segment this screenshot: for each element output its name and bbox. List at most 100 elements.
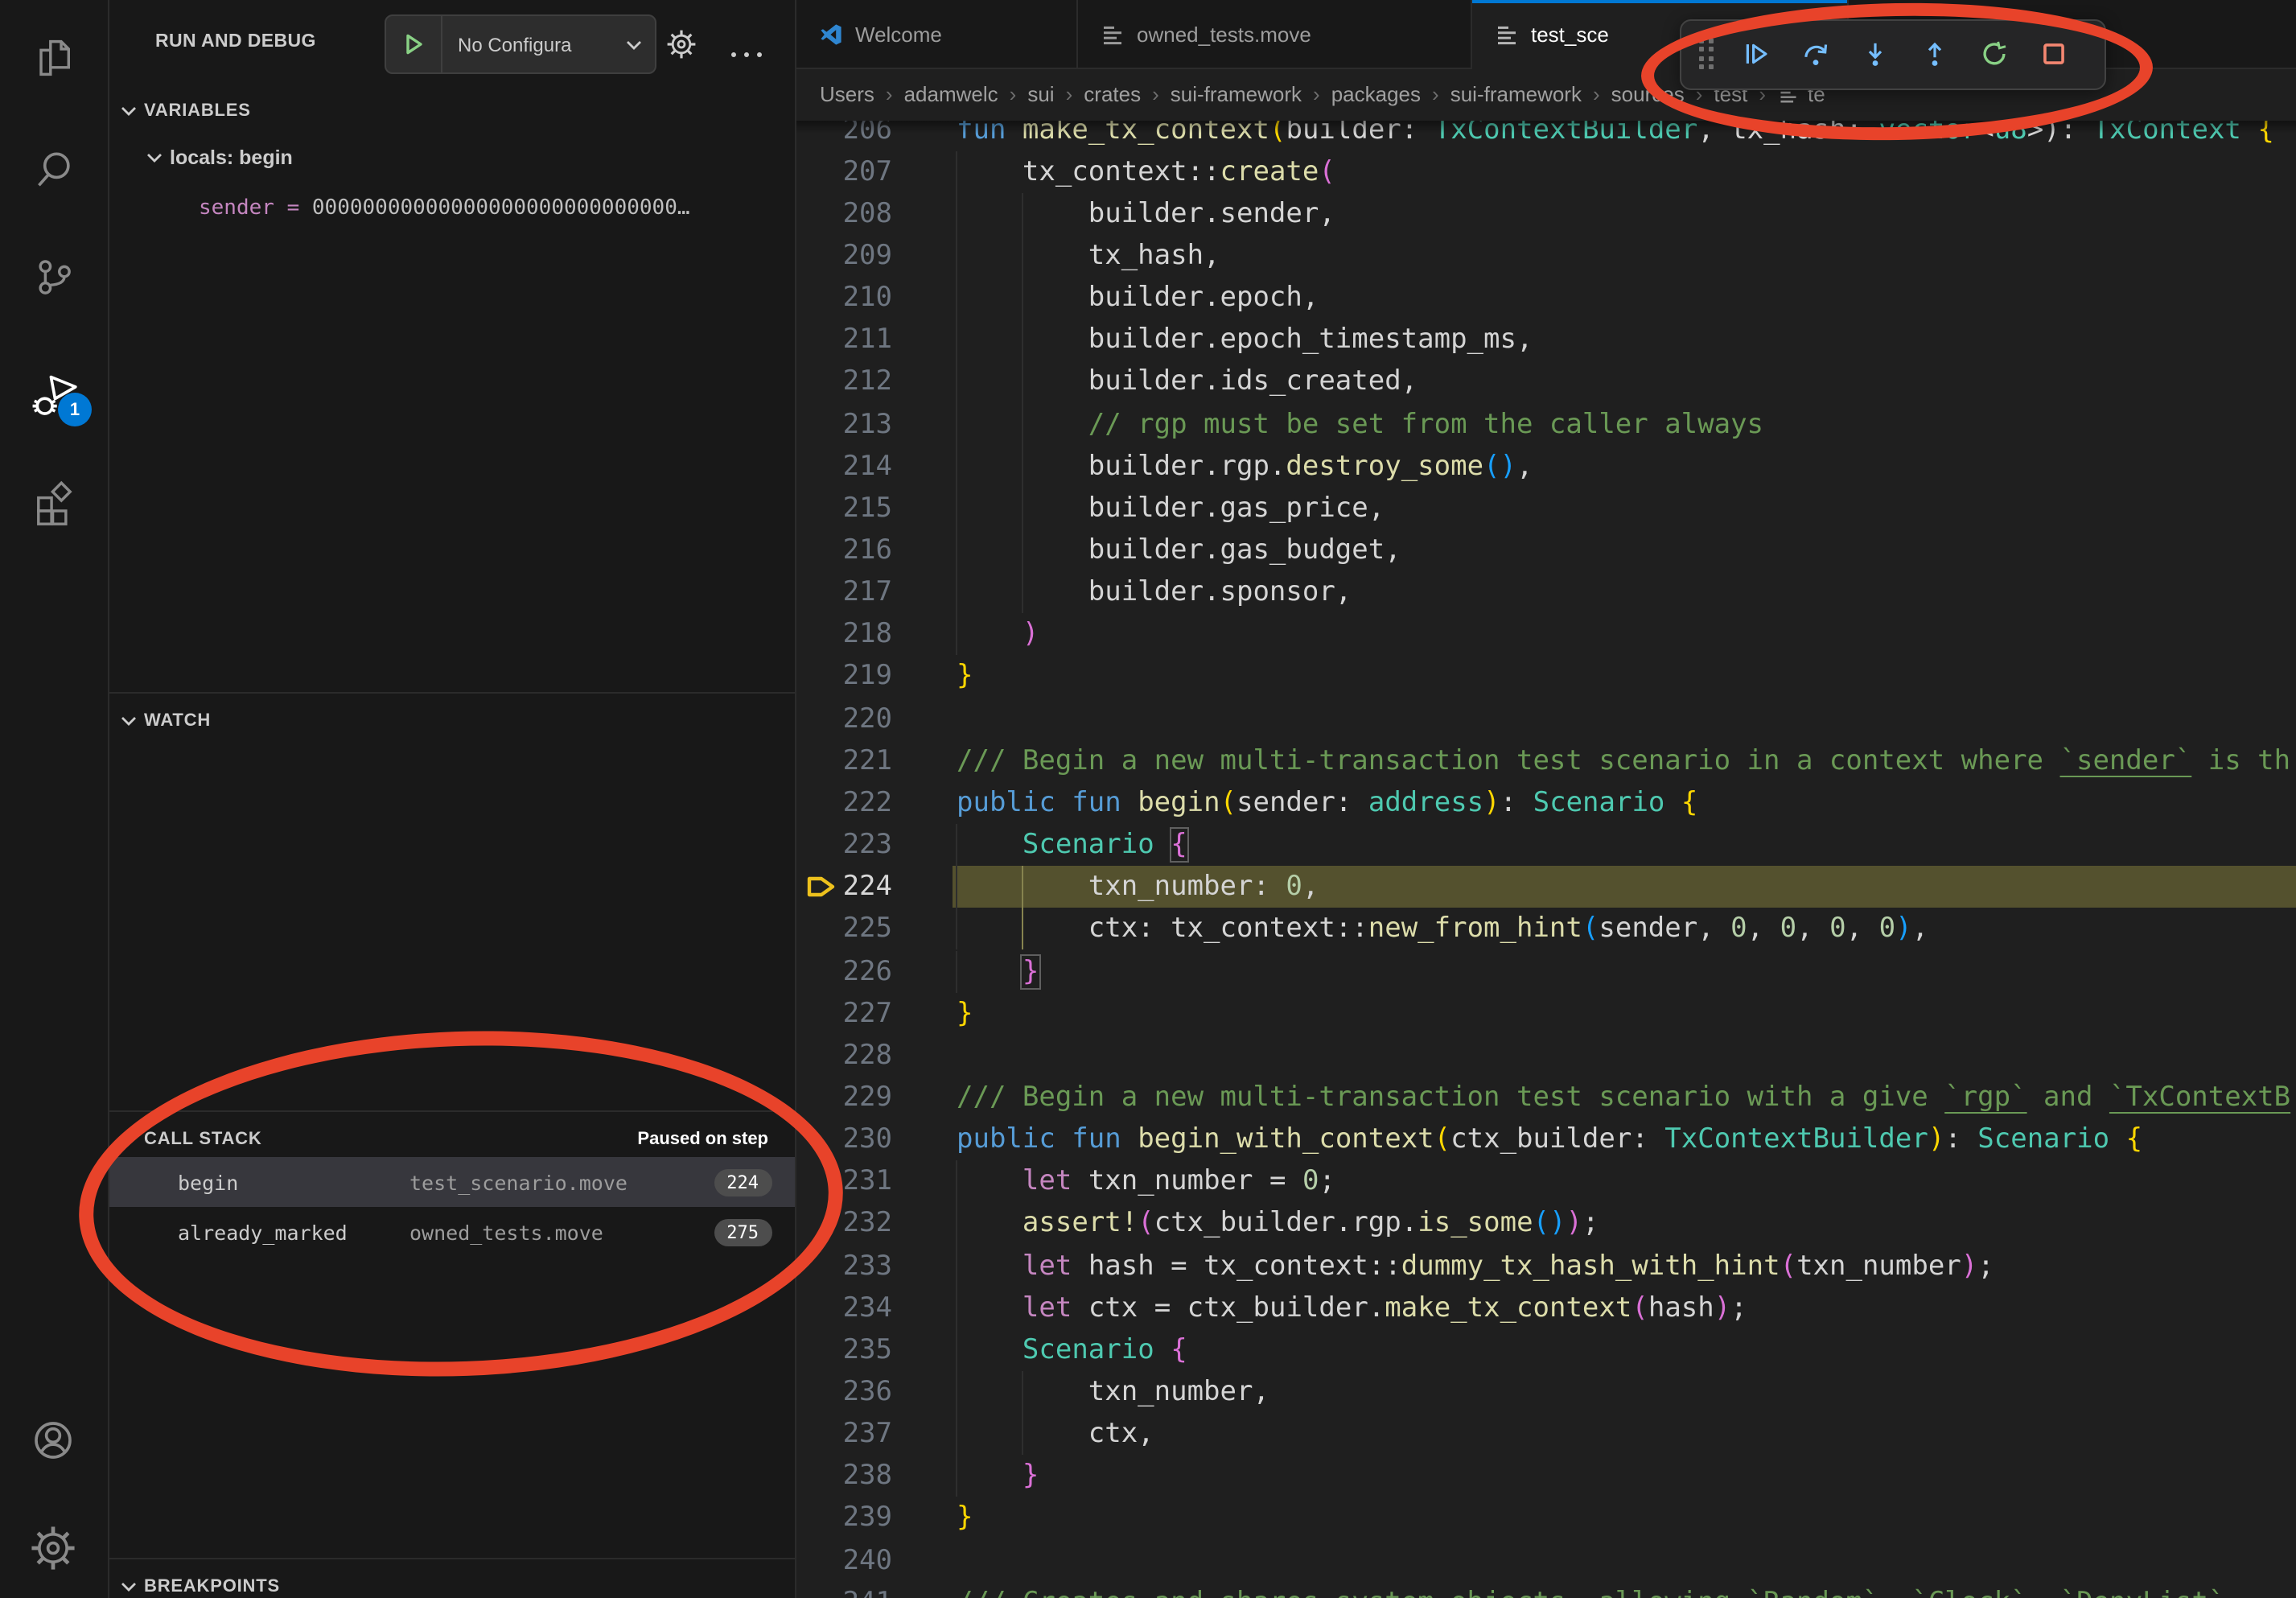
debug-settings-gear-icon[interactable] — [665, 28, 696, 59]
code-editor[interactable]: 206fun make_tx_context(builder: TxContex… — [796, 121, 2296, 1598]
code-line[interactable]: 214 builder.rgp.destroy_some(), — [796, 445, 2296, 487]
line-number[interactable]: 217 — [796, 571, 892, 613]
line-number[interactable]: 222 — [796, 782, 892, 824]
line-number[interactable]: 229 — [796, 1077, 892, 1118]
line-number[interactable]: 215 — [796, 488, 892, 529]
line-number[interactable]: 218 — [796, 614, 892, 656]
code-line[interactable]: 238 } — [796, 1456, 2296, 1497]
code-line[interactable]: 241/// Creates and shares system objects… — [796, 1582, 2296, 1598]
code-line[interactable]: 225 ctx: tx_context::new_from_hint(sende… — [796, 908, 2296, 950]
code-line[interactable]: 216 builder.gas_budget, — [796, 529, 2296, 571]
code-line[interactable]: 230public fun begin_with_context(ctx_bui… — [796, 1118, 2296, 1160]
code-line[interactable]: 208 builder.sender, — [796, 193, 2296, 235]
code-line[interactable]: 210 builder.epoch, — [796, 277, 2296, 319]
line-number[interactable]: 223 — [796, 824, 892, 866]
code-line[interactable]: 234 let ctx = ctx_builder.make_tx_contex… — [796, 1287, 2296, 1328]
line-number[interactable]: 239 — [796, 1497, 892, 1539]
settings-gear-icon[interactable] — [30, 1524, 78, 1572]
line-number[interactable]: 226 — [796, 950, 892, 992]
step-over-button[interactable] — [1785, 25, 1845, 83]
debug-config-dropdown[interactable]: No Configura — [384, 14, 656, 74]
more-actions-icon[interactable] — [728, 39, 763, 51]
code-line[interactable]: 226 } — [796, 950, 2296, 992]
breadcrumb-item[interactable]: packages — [1331, 83, 1421, 107]
line-number[interactable]: 228 — [796, 1035, 892, 1077]
variables-scope-row[interactable]: locals: begin — [146, 146, 293, 169]
line-number[interactable]: 211 — [796, 319, 892, 361]
step-out-button[interactable] — [1904, 25, 1964, 83]
code-line[interactable]: 215 builder.gas_price, — [796, 488, 2296, 529]
watch-section-header[interactable]: WATCH — [107, 703, 794, 739]
code-line[interactable]: 232 assert!(ctx_builder.rgp.is_some()); — [796, 1203, 2296, 1245]
call-stack-frame[interactable]: begintest_scenario.move224 — [107, 1157, 794, 1207]
line-number[interactable]: 232 — [796, 1203, 892, 1245]
breadcrumb-item[interactable]: sui-framework — [1450, 83, 1582, 107]
code-line[interactable]: 233 let hash = tx_context::dummy_tx_hash… — [796, 1245, 2296, 1287]
variables-section-header[interactable]: VARIABLES — [107, 93, 794, 129]
breadcrumb-item[interactable]: sources — [1611, 83, 1685, 107]
code-line[interactable]: 224 txn_number: 0, — [796, 866, 2296, 908]
code-line[interactable]: 209 tx_hash, — [796, 235, 2296, 277]
line-number[interactable]: 221 — [796, 740, 892, 782]
line-number[interactable]: 209 — [796, 235, 892, 277]
code-line[interactable]: 221/// Begin a new multi-transaction tes… — [796, 740, 2296, 782]
continue-button[interactable] — [1726, 25, 1785, 83]
line-number[interactable]: 230 — [796, 1118, 892, 1160]
call-stack-frame[interactable]: already_markedowned_tests.move275 — [107, 1207, 794, 1257]
stop-button[interactable] — [2023, 25, 2083, 83]
code-line[interactable]: 240 — [796, 1539, 2296, 1581]
line-number[interactable]: 227 — [796, 992, 892, 1034]
start-debug-button[interactable] — [385, 16, 442, 72]
code-line[interactable]: 211 builder.epoch_timestamp_ms, — [796, 319, 2296, 361]
search-icon[interactable] — [30, 143, 78, 192]
code-line[interactable]: 235 Scenario { — [796, 1329, 2296, 1371]
restart-button[interactable] — [1964, 25, 2023, 83]
line-number[interactable]: 241 — [796, 1582, 892, 1598]
line-number[interactable]: 207 — [796, 150, 892, 192]
call-stack-section-header[interactable]: CALL STACK Paused on step — [107, 1122, 794, 1157]
line-number[interactable]: 210 — [796, 277, 892, 319]
breadcrumb-item[interactable]: adamwelc — [904, 83, 998, 107]
source-control-icon[interactable] — [30, 253, 78, 301]
code-line[interactable]: 212 builder.ids_created, — [796, 361, 2296, 403]
account-icon[interactable] — [30, 1416, 78, 1464]
step-into-button[interactable] — [1845, 25, 1904, 83]
breadcrumb-item[interactable]: crates — [1084, 83, 1141, 107]
code-line[interactable]: 227} — [796, 992, 2296, 1034]
code-line[interactable]: 229/// Begin a new multi-transaction tes… — [796, 1077, 2296, 1118]
line-number[interactable]: 214 — [796, 445, 892, 487]
code-line[interactable]: 207 tx_context::create( — [796, 150, 2296, 192]
tab-welcome[interactable]: Welcome — [796, 0, 1077, 68]
code-line[interactable]: 239} — [796, 1497, 2296, 1539]
gripper-icon[interactable] — [1687, 36, 1726, 72]
code-line[interactable]: 228 — [796, 1035, 2296, 1077]
code-line[interactable]: 222public fun begin(sender: address): Sc… — [796, 782, 2296, 824]
breadcrumb-item[interactable]: sui-framework — [1171, 83, 1302, 107]
line-number[interactable]: 234 — [796, 1287, 892, 1328]
code-line[interactable]: 220 — [796, 698, 2296, 739]
line-number[interactable]: 238 — [796, 1456, 892, 1497]
line-number[interactable]: 220 — [796, 698, 892, 739]
line-number[interactable]: 225 — [796, 908, 892, 950]
tab-owned-tests[interactable]: owned_tests.move — [1077, 0, 1471, 68]
line-number[interactable]: 233 — [796, 1245, 892, 1287]
code-line[interactable]: 218 ) — [796, 614, 2296, 656]
code-line[interactable]: 213 // rgp must be set from the caller a… — [796, 403, 2296, 445]
line-number[interactable]: 213 — [796, 403, 892, 445]
code-line[interactable]: 219} — [796, 656, 2296, 698]
line-number[interactable]: 216 — [796, 529, 892, 571]
line-number[interactable]: 237 — [796, 1413, 892, 1455]
code-line[interactable]: 236 txn_number, — [796, 1371, 2296, 1413]
variable-row[interactable]: sender = 00000000000000000000000000000… — [199, 196, 788, 220]
line-number[interactable]: 212 — [796, 361, 892, 403]
breadcrumb-item[interactable]: Users — [820, 83, 874, 107]
explorer-icon[interactable] — [30, 34, 78, 82]
breadcrumb-item[interactable]: sui — [1027, 83, 1054, 107]
code-line[interactable]: 231 let txn_number = 0; — [796, 1161, 2296, 1203]
code-line[interactable]: 223 Scenario { — [796, 824, 2296, 866]
breakpoints-section-header[interactable]: BREAKPOINTS — [107, 1569, 794, 1598]
line-number[interactable]: 236 — [796, 1371, 892, 1413]
line-number[interactable]: 231 — [796, 1161, 892, 1203]
line-number[interactable]: 235 — [796, 1329, 892, 1371]
line-number[interactable]: 240 — [796, 1539, 892, 1581]
